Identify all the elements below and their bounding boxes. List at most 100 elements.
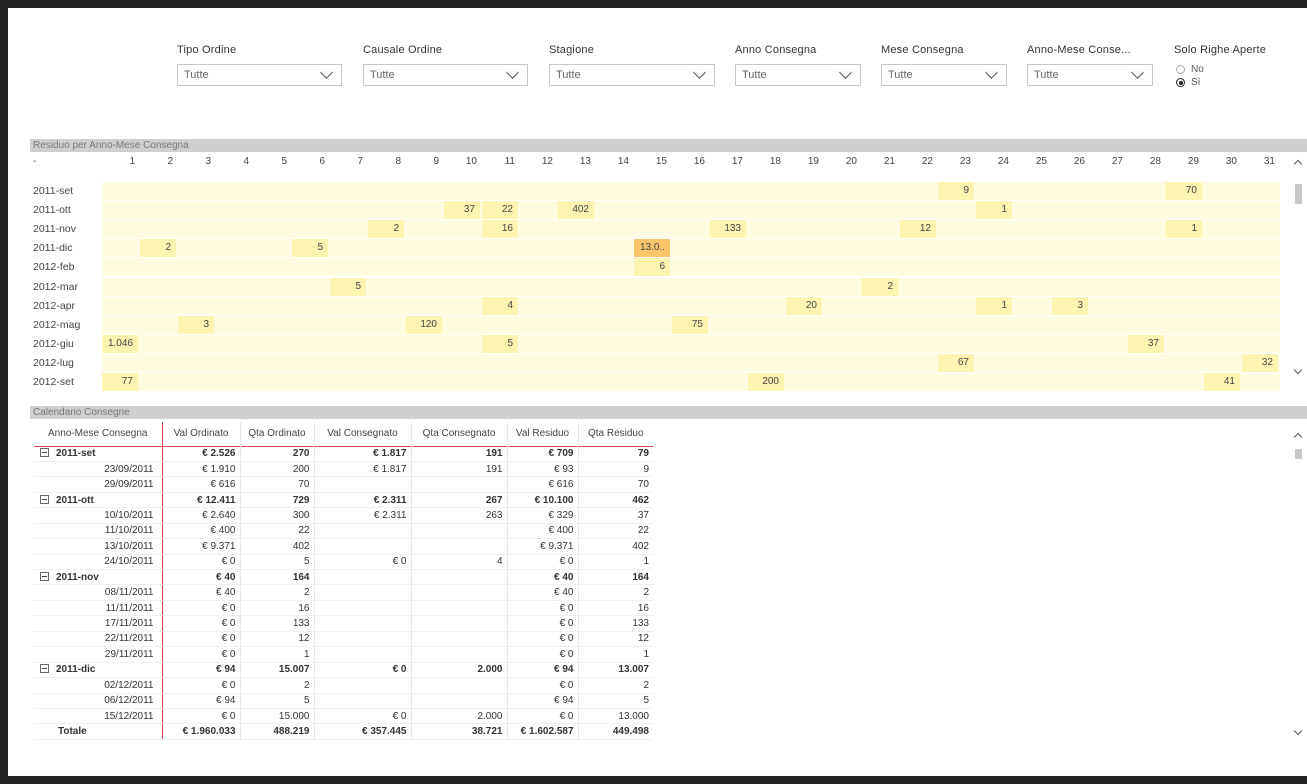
date-cell: 11/10/2011 bbox=[34, 523, 163, 540]
date-cell: 29/09/2011 bbox=[34, 476, 163, 493]
matrix-cell[interactable]: 5 bbox=[482, 334, 518, 353]
value-cell: 2 bbox=[577, 677, 653, 694]
collapse-icon[interactable] bbox=[40, 494, 49, 504]
matrix-column-header: 7 bbox=[357, 156, 363, 167]
scroll-thumb[interactable] bbox=[1295, 449, 1302, 459]
value-cell: 729 bbox=[239, 492, 314, 509]
matrix-cell[interactable]: 402 bbox=[558, 201, 594, 220]
matrix-cell[interactable]: 16 bbox=[482, 220, 518, 239]
matrix-cell[interactable]: 1.046 bbox=[102, 334, 138, 353]
matrix-row-band bbox=[102, 182, 1280, 200]
matrix-cell[interactable]: 75 bbox=[672, 315, 708, 334]
value-cell: € 2.311 bbox=[313, 492, 411, 509]
matrix-cell[interactable]: 67 bbox=[938, 353, 974, 372]
scroll-down-icon[interactable] bbox=[1293, 365, 1303, 375]
radio-option-si[interactable]: Sì bbox=[1176, 76, 1284, 89]
matrix-scrollbar[interactable] bbox=[1293, 156, 1304, 382]
value-cell: 12 bbox=[239, 631, 314, 648]
matrix-cell[interactable]: 37 bbox=[444, 201, 480, 220]
value-cell: 9 bbox=[577, 461, 653, 478]
matrix-cell[interactable]: 133 bbox=[710, 220, 746, 239]
matrix-cell[interactable]: 22 bbox=[482, 201, 518, 220]
value-cell: 37 bbox=[577, 507, 653, 524]
value-cell: 133 bbox=[239, 615, 314, 632]
matrix-cell[interactable]: 2 bbox=[368, 220, 404, 239]
matrix-cell[interactable]: 37 bbox=[1128, 334, 1164, 353]
matrix-cell[interactable]: 5 bbox=[292, 239, 328, 258]
scroll-up-icon[interactable] bbox=[1293, 432, 1303, 442]
group-row: 2011-nov € 40 164 € 40 164 bbox=[34, 569, 653, 586]
matrix-cell[interactable]: 4 bbox=[482, 296, 518, 315]
scroll-up-icon[interactable] bbox=[1293, 159, 1303, 169]
matrix-cell[interactable]: 200 bbox=[748, 373, 784, 391]
slicer-dropdown[interactable]: Tutte bbox=[735, 64, 861, 86]
column-header[interactable]: Val Consegnato bbox=[313, 422, 411, 446]
column-header[interactable]: Qta Residuo bbox=[577, 422, 653, 446]
value-cell bbox=[313, 476, 411, 493]
column-header[interactable]: Anno-Mese Consegna bbox=[34, 422, 163, 446]
matrix-cell[interactable]: 5 bbox=[330, 277, 366, 296]
matrix-cell[interactable]: 6 bbox=[634, 258, 670, 277]
slicer-dropdown[interactable]: Tutte bbox=[1027, 64, 1153, 86]
value-cell bbox=[410, 693, 507, 709]
value-cell: 402 bbox=[577, 538, 653, 555]
table-row: 22/11/2011 € 0 12 € 0 12 bbox=[34, 631, 653, 648]
matrix-corner-header: - bbox=[33, 156, 37, 167]
slicer-dropdown[interactable]: Tutte bbox=[177, 64, 342, 86]
radio-option-no[interactable]: No bbox=[1176, 63, 1284, 76]
collapse-icon[interactable] bbox=[40, 664, 49, 674]
table-scrollbar[interactable] bbox=[1293, 428, 1304, 743]
collapse-icon[interactable] bbox=[40, 448, 49, 458]
matrix-cell[interactable]: 1 bbox=[976, 201, 1012, 220]
matrix-cell[interactable]: 70 bbox=[1166, 182, 1202, 200]
matrix-cell[interactable]: 77 bbox=[102, 373, 138, 391]
scroll-down-icon[interactable] bbox=[1293, 726, 1303, 736]
column-header[interactable]: Qta Consegnato bbox=[410, 422, 507, 446]
matrix-row-label: 2012-set bbox=[33, 376, 74, 388]
scroll-thumb[interactable] bbox=[1295, 184, 1302, 204]
matrix-cell[interactable]: 2 bbox=[140, 239, 176, 258]
matrix-row-label: 2012-apr bbox=[33, 299, 76, 312]
matrix-column-header: 27 bbox=[1111, 156, 1123, 167]
radio-button-selected-icon[interactable] bbox=[1176, 78, 1185, 87]
matrix-row-band bbox=[102, 220, 1280, 239]
matrix-cell[interactable]: 3 bbox=[1052, 296, 1088, 315]
column-header[interactable]: Val Ordinato bbox=[161, 422, 240, 446]
collapse-icon[interactable] bbox=[40, 571, 49, 581]
slicer-dropdown[interactable]: Tutte bbox=[881, 64, 1007, 86]
matrix-cell[interactable]: 1 bbox=[976, 296, 1012, 315]
matrix-cell[interactable]: 9 bbox=[938, 182, 974, 200]
value-cell bbox=[313, 677, 411, 694]
group-label-cell: 2011-set bbox=[34, 446, 163, 462]
slicer-dropdown[interactable]: Tutte bbox=[363, 64, 528, 86]
matrix-row-band bbox=[102, 239, 1280, 258]
group-label: 2011-ott bbox=[56, 494, 94, 506]
matrix-row-band bbox=[102, 201, 1280, 220]
value-cell: 70 bbox=[577, 476, 653, 493]
total-value-cell: € 1.960.033 bbox=[161, 723, 240, 740]
value-cell bbox=[410, 600, 507, 617]
column-header[interactable]: Val Residuo bbox=[506, 422, 578, 446]
value-cell: € 0 bbox=[161, 631, 240, 648]
value-cell: 16 bbox=[577, 600, 653, 617]
value-cell bbox=[313, 693, 411, 709]
value-cell: € 1.817 bbox=[313, 446, 411, 462]
matrix-cell[interactable]: 12 bbox=[900, 220, 936, 239]
slicer-3: Anno Consegna Tutte bbox=[735, 44, 861, 86]
value-cell: € 0 bbox=[506, 677, 578, 694]
matrix-cell[interactable]: 32 bbox=[1242, 353, 1278, 372]
matrix-column-header: 22 bbox=[921, 156, 933, 167]
matrix-cell[interactable]: 120 bbox=[406, 315, 442, 334]
matrix-cell[interactable]: 2 bbox=[862, 277, 898, 296]
matrix-cell[interactable]: 1 bbox=[1166, 220, 1202, 239]
group-label: 2011-set bbox=[56, 448, 96, 460]
slicer-dropdown[interactable]: Tutte bbox=[549, 64, 715, 86]
radio-button-icon[interactable] bbox=[1176, 65, 1185, 74]
matrix-cell-highlight[interactable]: 13.0.. bbox=[634, 239, 670, 258]
matrix-column-header: 12 bbox=[541, 156, 553, 167]
matrix-cell[interactable]: 3 bbox=[178, 315, 214, 334]
column-header[interactable]: Qta Ordinato bbox=[239, 422, 314, 446]
matrix-cell[interactable]: 41 bbox=[1204, 373, 1240, 391]
matrix-cell[interactable]: 20 bbox=[786, 296, 822, 315]
matrix-column-header: 18 bbox=[769, 156, 781, 167]
